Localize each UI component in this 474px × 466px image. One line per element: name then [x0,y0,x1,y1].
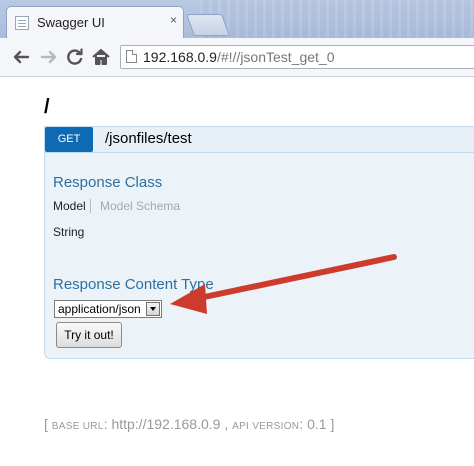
footer-close-bracket: ] [330,416,335,432]
tab-close-icon[interactable]: × [170,13,177,27]
back-icon[interactable] [10,46,32,68]
content-type-select[interactable]: application/json [54,300,162,318]
model-schema-tab[interactable]: Model Schema [100,199,180,213]
page-icon [126,50,137,63]
api-version-label: api version [232,421,300,432]
operation-heading[interactable]: GET /jsonfiles/test [44,126,474,153]
content-type-value: application/json [58,302,141,316]
operation-path[interactable]: /jsonfiles/test [105,130,192,147]
tab-strip: Swagger UI × [0,0,474,39]
tab-title: Swagger UI [37,15,105,30]
new-tab-button[interactable] [185,14,231,36]
try-it-out-button[interactable]: Try it out! [56,322,122,348]
response-content-type-title: Response Content Type [53,276,214,293]
api-version-value: 0.1 [307,416,327,432]
forward-icon[interactable] [38,46,60,68]
api-footer: [ base url: http://192.168.0.9 , api ver… [44,416,335,432]
resource-heading[interactable]: / [44,96,50,119]
response-class-title: Response Class [53,174,163,191]
page-favicon-icon [15,16,29,30]
model-type: String [53,225,85,239]
home-icon[interactable] [90,46,112,68]
chevron-down-icon[interactable] [146,302,160,316]
browser-toolbar: 192.168.0.9/#!//jsonTest_get_0 [0,38,474,77]
base-url-label: base url [51,421,104,432]
url-host: 192.168.0.9 [143,49,217,65]
footer-open-bracket: [ [44,416,48,432]
url-path: /#!//jsonTest_get_0 [216,49,335,65]
reload-icon[interactable] [64,46,86,68]
browser-tab[interactable]: Swagger UI × [6,6,184,38]
model-tab[interactable]: Model [53,199,91,213]
http-method-badge[interactable]: GET [45,127,93,152]
footer-separator: , [224,416,229,432]
address-url: 192.168.0.9/#!//jsonTest_get_0 [143,49,335,65]
base-url-value: http://192.168.0.9 [111,416,221,432]
address-bar[interactable]: 192.168.0.9/#!//jsonTest_get_0 [120,45,474,69]
